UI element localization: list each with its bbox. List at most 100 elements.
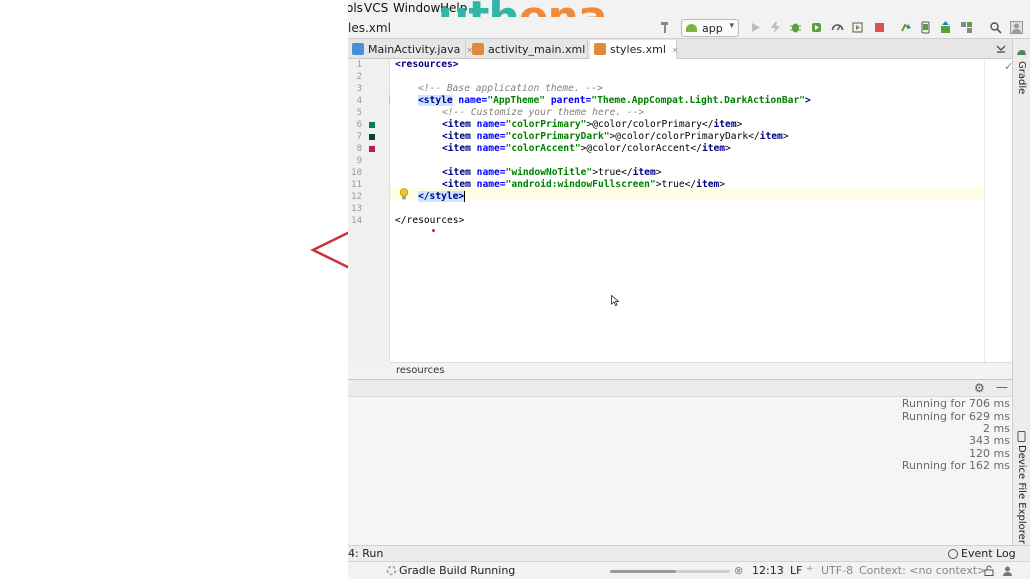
run-config-select[interactable]: app ▾: [681, 19, 739, 37]
gradle-tool-tab[interactable]: Gradle: [1016, 61, 1027, 94]
color-swatch-icon[interactable]: [369, 134, 375, 140]
code-line-7: <item name="colorPrimaryDark">@color/col…: [442, 131, 789, 143]
tab-label: activity_main.xml: [488, 43, 586, 56]
chevron-down-icon: ▾: [729, 21, 734, 31]
xml-attr: name=: [452, 95, 488, 106]
class-icon: [352, 43, 364, 55]
code-line-1: <resources>: [395, 59, 459, 71]
xml-value: "android:windowFullscreen": [505, 179, 656, 190]
xml-attr: name=: [470, 167, 506, 178]
event-log-tab[interactable]: Event Log: [961, 547, 1016, 560]
sync-gradle-icon[interactable]: [899, 21, 912, 34]
sdk-manager-icon[interactable]: [939, 21, 952, 34]
context-indicator[interactable]: Context: <no context>: [859, 564, 986, 577]
search-icon[interactable]: [989, 21, 1002, 34]
inspector-icon[interactable]: [1002, 565, 1013, 576]
xml-text: >true</: [592, 167, 633, 178]
nav-file-crumb[interactable]: les.xml: [348, 21, 391, 35]
xml-tag: item: [696, 179, 720, 190]
device-file-explorer-tab[interactable]: Device File Explorer: [1016, 445, 1027, 544]
cancel-task-icon[interactable]: ⊗: [734, 564, 743, 577]
attach-debugger-icon[interactable]: [851, 21, 864, 34]
color-swatch-icon[interactable]: [369, 122, 375, 128]
event-log-icon: [948, 549, 958, 559]
xml-value: "Theme.AppCompat.Light.DarkActionBar": [591, 95, 806, 106]
close-icon[interactable]: ✕: [672, 46, 679, 55]
line-number: 5: [356, 108, 362, 118]
avd-manager-icon[interactable]: [919, 21, 932, 34]
coverage-icon[interactable]: [810, 21, 823, 34]
line-number: 1: [356, 60, 362, 70]
user-icon[interactable]: [1010, 21, 1023, 34]
xml-tag: </style>: [418, 191, 465, 202]
spinner-icon: [386, 565, 397, 576]
breadcrumb: resources: [390, 362, 1012, 379]
line-number: 11: [351, 180, 362, 190]
code-line-4: <style name="AppTheme" parent="Theme.App…: [418, 95, 811, 107]
stop-icon[interactable]: [873, 21, 886, 34]
caret-position[interactable]: 12:13: [752, 564, 784, 577]
xml-attr: name=: [470, 131, 506, 142]
lock-icon[interactable]: [984, 565, 994, 576]
editor-tabs: MainActivity.java✕ activity_main.xml✕ st…: [348, 39, 1030, 59]
code-line-14: </resources>: [395, 215, 464, 227]
xml-text: >@color/colorPrimaryDark</: [609, 131, 760, 142]
menu-vcs[interactable]: VCS: [364, 1, 388, 15]
run-output-line: Running for 706 ms: [901, 397, 1010, 410]
file-encoding[interactable]: UTF-8: [821, 564, 853, 577]
xml-value: "windowNoTitle": [505, 167, 593, 178]
code-line-6: <item name="colorPrimary">@color/colorPr…: [442, 119, 742, 131]
xml-tag: item: [713, 119, 737, 130]
layout-icon: [472, 43, 484, 55]
status-bar: Gradle Build Running ⊗ 12:13 LF ÷ UTF-8 …: [348, 561, 1030, 579]
xml-attr: parent=: [545, 95, 592, 106]
xml-value: "AppTheme": [487, 95, 546, 106]
line-number: 4: [356, 96, 362, 106]
xml-tag: item: [701, 143, 726, 154]
menu-tools[interactable]: ols: [348, 1, 363, 15]
line-separator[interactable]: LF: [790, 564, 802, 577]
run-icon[interactable]: [749, 21, 762, 34]
code-line-8: <item name="colorAccent">@color/colorAcc…: [442, 143, 731, 155]
color-swatch-icon[interactable]: [369, 146, 375, 152]
device-icon: [1017, 431, 1026, 442]
xml-tag: <item: [442, 143, 471, 154]
line-number: 3: [356, 84, 362, 94]
lightbulb-icon[interactable]: [399, 188, 409, 200]
tab-label: styles.xml: [610, 43, 666, 56]
xml-tag: item: [632, 167, 656, 178]
xml-text: >: [655, 167, 662, 178]
run-panel-output: Running for 706 ms Running for 629 ms 2 …: [348, 397, 1012, 545]
debug-icon[interactable]: [789, 21, 802, 34]
code-editor[interactable]: <resources> <!-- Base application theme.…: [390, 59, 984, 362]
hammer-icon[interactable]: [659, 20, 673, 34]
structure-icon[interactable]: [960, 21, 973, 34]
error-marker-icon: [432, 229, 435, 232]
xml-comment: <!-- Customize your theme here. -->: [442, 107, 645, 118]
background-task-label[interactable]: Gradle Build Running: [399, 564, 515, 577]
tabs-overflow-icon[interactable]: [996, 44, 1006, 54]
screen: ols VCS Window Help uthena les.xml app ▾: [0, 0, 1030, 579]
menu-window[interactable]: Window: [393, 1, 440, 15]
line-number: 7: [356, 132, 362, 142]
run-config-label: app: [702, 22, 723, 35]
minimize-icon[interactable]: —: [996, 380, 1008, 394]
xml-tag: </resources>: [395, 215, 465, 226]
tab-mainactivity[interactable]: MainActivity.java ✕: [348, 40, 473, 59]
code-line-10: <item name="windowNoTitle">true</item>: [442, 167, 662, 179]
xml-text: >: [725, 143, 731, 154]
line-number: 9: [356, 156, 362, 166]
tab-styles[interactable]: styles.xml ✕: [590, 40, 679, 59]
xml-tag: <item: [442, 167, 471, 178]
breadcrumb-item[interactable]: resources: [396, 365, 444, 376]
bottom-tool-strip: 4: Run Event Log: [348, 545, 1030, 561]
xml-text: >: [736, 119, 743, 130]
apply-changes-icon[interactable]: [769, 21, 782, 34]
xml-attr: name=: [470, 179, 506, 190]
mouse-cursor-icon: [611, 295, 619, 306]
line-number: 8: [356, 144, 362, 154]
tab-activity-main[interactable]: activity_main.xml✕: [468, 40, 598, 59]
profile-icon[interactable]: [831, 21, 844, 34]
run-tool-tab[interactable]: 4: Run: [348, 547, 383, 560]
gear-icon[interactable]: ⚙: [974, 381, 985, 395]
